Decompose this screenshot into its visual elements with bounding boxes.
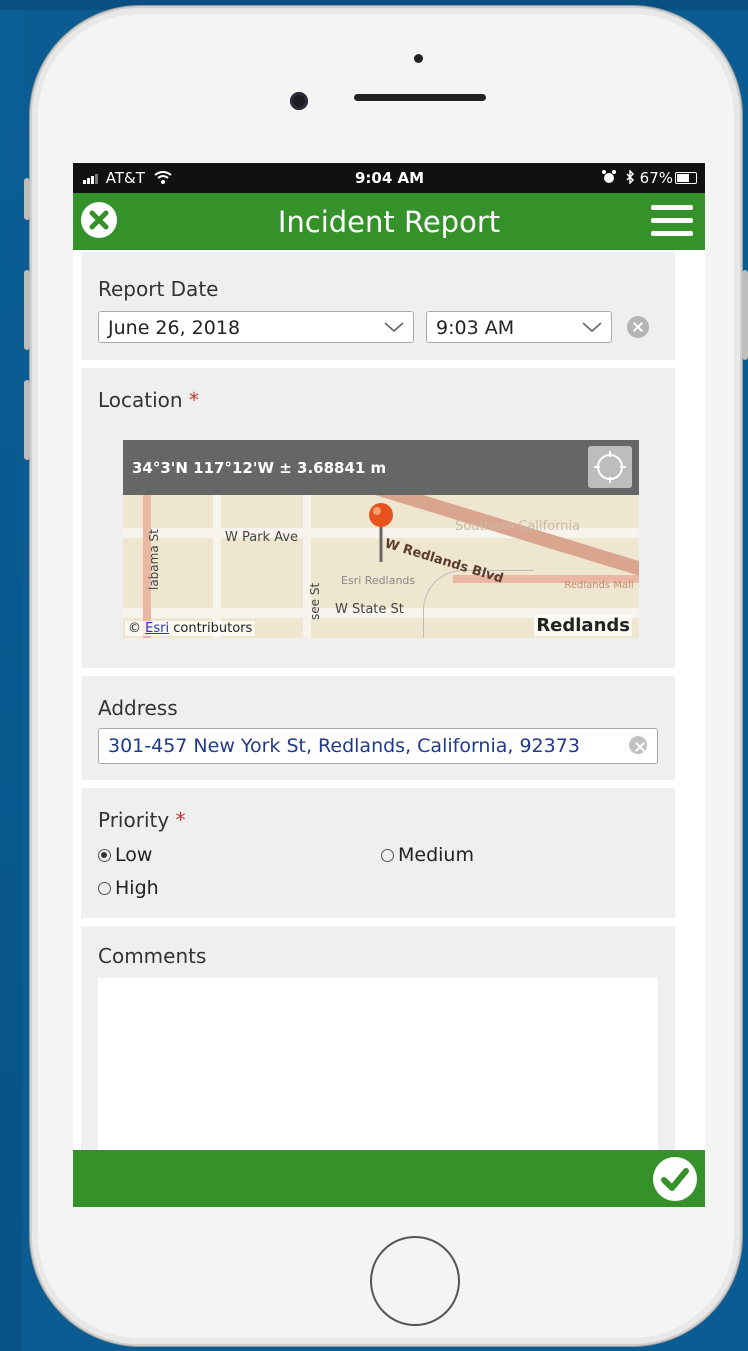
status-bar: AT&T 9:04 AM 67% — [73, 163, 705, 193]
chevron-down-icon — [582, 322, 602, 333]
address-label: Address — [98, 696, 178, 720]
checkmark-icon — [661, 1168, 689, 1191]
mute-switch — [24, 178, 30, 220]
priority-option-label: High — [115, 877, 159, 899]
volume-up-button — [24, 270, 30, 350]
front-camera — [290, 92, 308, 110]
wifi-icon — [154, 170, 172, 188]
bluetooth-icon — [625, 169, 635, 188]
battery-icon — [675, 172, 697, 184]
map-road — [213, 495, 221, 638]
locate-button[interactable] — [588, 446, 632, 488]
radio-unselected-icon — [98, 882, 111, 895]
comments-label: Comments — [98, 944, 207, 968]
menu-button[interactable] — [651, 205, 693, 239]
page-title: Incident Report — [277, 205, 501, 239]
comments-card: Comments — [81, 926, 675, 1186]
priority-label: Priority * — [98, 808, 186, 832]
signal-icon — [83, 170, 101, 188]
comments-textarea[interactable] — [98, 978, 658, 1158]
status-right-group: 67% — [602, 169, 673, 188]
alarm-icon — [602, 170, 617, 188]
map-label-w-park-ave: W Park Ave — [225, 530, 299, 545]
esri-link[interactable]: Esri — [145, 621, 169, 636]
earpiece-speaker — [354, 94, 486, 101]
priority-option-label: Low — [115, 844, 153, 866]
copyright-symbol: © — [128, 621, 141, 636]
background-strip — [0, 0, 22, 1351]
report-date-label: Report Date — [98, 277, 219, 301]
priority-label-text: Priority — [98, 808, 170, 832]
chevron-down-icon — [384, 322, 404, 333]
app-bar: Incident Report — [73, 193, 705, 250]
priority-option-medium[interactable]: Medium — [381, 844, 474, 866]
radio-unselected-icon — [381, 849, 394, 862]
battery-percent: 67% — [639, 169, 673, 187]
time-value: 9:03 AM — [436, 317, 515, 339]
priority-option-high[interactable]: High — [98, 877, 159, 899]
location-label-text: Location — [98, 388, 183, 412]
location-pin-icon — [366, 502, 396, 570]
priority-option-label: Medium — [398, 844, 474, 866]
coordinates-readout: 34°3'N 117°12'W ± 3.68841 m — [132, 459, 387, 477]
map-label-see-st: see St — [308, 582, 322, 620]
required-mark: * — [188, 388, 199, 412]
priority-option-low[interactable]: Low — [98, 844, 152, 866]
status-time: 9:04 AM — [355, 169, 425, 187]
address-card: Address 301-457 New York St, Redlands, C… — [81, 676, 675, 780]
map-label-southern-california: Southern California — [455, 519, 580, 534]
submit-button[interactable] — [653, 1157, 697, 1201]
volume-down-button — [24, 380, 30, 460]
form-footer — [73, 1150, 705, 1207]
map-label-redlands-mall: Redlands Mall — [564, 580, 634, 591]
location-card: Location * W Park Ave W Redlands Blvd So… — [81, 368, 675, 668]
status-carrier-group: AT&T — [83, 169, 172, 188]
map-attribution: © Esri contributors — [125, 621, 256, 636]
proximity-sensor — [414, 54, 423, 63]
map-label-w-state-st: W State St — [335, 602, 404, 617]
radio-selected-icon — [98, 849, 111, 862]
address-field[interactable]: 301-457 New York St, Redlands, Californi… — [98, 728, 658, 764]
map-label-alabama-st: labama St — [147, 529, 161, 590]
clear-date-icon[interactable] — [627, 316, 649, 338]
attribution-text: contributors — [169, 621, 253, 636]
date-select[interactable]: June 26, 2018 — [98, 311, 414, 343]
home-button[interactable] — [370, 1236, 460, 1326]
power-button — [742, 270, 748, 360]
required-mark: * — [175, 808, 186, 832]
time-select[interactable]: 9:03 AM — [426, 311, 612, 343]
form-content[interactable]: Report Date June 26, 2018 9:03 AM Locati… — [73, 250, 705, 1186]
clear-address-icon[interactable] — [629, 736, 647, 754]
location-map[interactable]: W Park Ave W Redlands Blvd Southern Cali… — [123, 440, 639, 638]
phone-screen: AT&T 9:04 AM 67% Incident Report Report … — [73, 163, 705, 1207]
address-value: 301-457 New York St, Redlands, Californi… — [108, 735, 580, 757]
map-city-label: Redlands — [534, 615, 632, 636]
location-label: Location * — [98, 388, 199, 412]
priority-card: Priority * Low Medium High — [81, 788, 675, 918]
report-date-card: Report Date June 26, 2018 9:03 AM — [81, 252, 675, 360]
crosshair-icon — [594, 451, 626, 483]
map-label-esri-redlands: Esri Redlands — [341, 574, 416, 587]
map-coordinates-bar: 34°3'N 117°12'W ± 3.68841 m — [123, 440, 639, 495]
date-value: June 26, 2018 — [108, 317, 241, 339]
carrier-name: AT&T — [105, 169, 145, 187]
